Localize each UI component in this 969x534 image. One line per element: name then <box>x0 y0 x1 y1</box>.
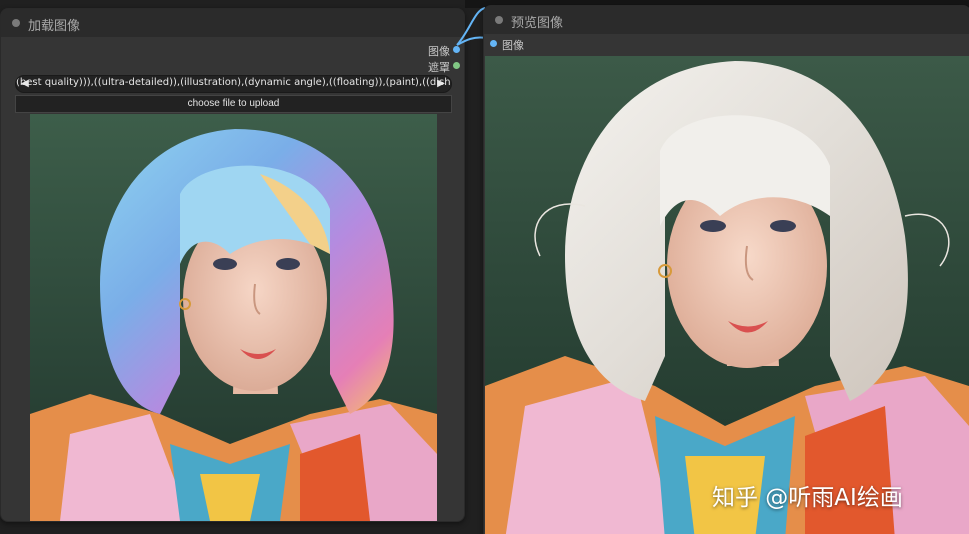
loaded-image <box>30 114 437 521</box>
combo-next-arrow-icon[interactable]: ▶ <box>434 77 448 91</box>
input-image-slot-icon[interactable] <box>490 40 497 47</box>
image-file-value: (best quality))),((ultra-detailed)),(ill… <box>16 77 451 88</box>
input-image-label: 图像 <box>502 39 524 52</box>
combo-prev-arrow-icon[interactable]: ◀ <box>18 77 32 91</box>
output-image-label: 图像 <box>428 45 450 58</box>
image-file-combo[interactable]: (best quality))),((ultra-detailed)),(ill… <box>15 75 452 93</box>
output-image-slot-icon[interactable] <box>453 46 460 53</box>
loaded-image-portrait <box>30 114 437 521</box>
load-image-node-title: 加载图像 <box>28 19 81 34</box>
node-canvas[interactable]: 加载图像 图像 遮罩 (best quality))),((ultra-deta… <box>0 0 969 534</box>
preview-image-portrait <box>485 56 969 534</box>
load-image-node-header[interactable]: 加载图像 <box>1 9 464 37</box>
collapse-dot-icon[interactable] <box>495 16 503 24</box>
preview-image-node[interactable]: 预览图像 图像 <box>483 5 969 534</box>
collapse-dot-icon[interactable] <box>12 19 20 27</box>
choose-file-button[interactable]: choose file to upload <box>15 95 452 113</box>
preview-image <box>485 56 969 534</box>
output-mask-slot-icon[interactable] <box>453 62 460 69</box>
load-image-node[interactable]: 加载图像 图像 遮罩 (best quality))),((ultra-deta… <box>0 8 465 522</box>
preview-image-node-header[interactable]: 预览图像 <box>484 6 969 34</box>
watermark-text: 知乎 @听雨AI绘画 <box>712 485 903 511</box>
preview-image-node-title: 预览图像 <box>511 16 564 31</box>
output-mask-label: 遮罩 <box>428 61 450 74</box>
